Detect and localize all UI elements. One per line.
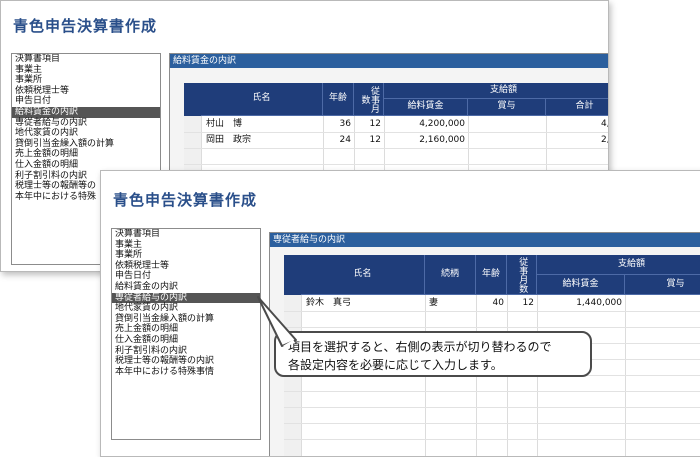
callout-pointer	[257, 296, 297, 347]
